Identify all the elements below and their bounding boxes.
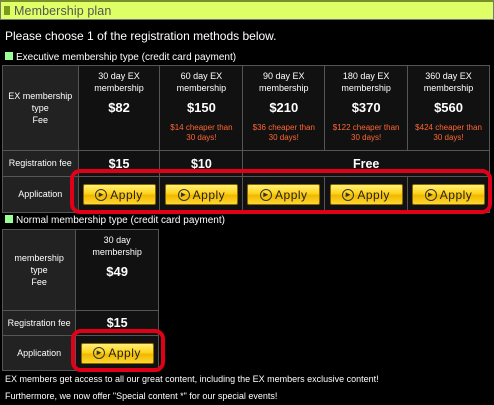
plan-price: $49 <box>106 264 128 280</box>
ex-type-label: EX membership type Fee <box>2 65 79 151</box>
apply-button-90[interactable]: ► Apply <box>247 184 321 206</box>
normal-application-label: Application <box>1 335 77 371</box>
plan-saving: $14 cheaper than 30 days! <box>170 122 233 142</box>
ex-plan-90: 90 day EX membership $210 $36 cheaper tha… <box>242 65 326 151</box>
normal-reg-fee: $15 <box>75 310 159 336</box>
ex-plan-60: 60 day EX membership $150 $14 cheaper tha… <box>159 65 244 151</box>
reg-fee-free: Free <box>242 150 490 177</box>
plan-saving: $424 cheaper than 30 days! <box>415 122 482 142</box>
normal-reg-fee-label: Registration fee <box>1 310 77 336</box>
footer-line-2: Furthermore, we now offer "Special conte… <box>5 391 278 401</box>
reg-fee-30: $15 <box>77 150 161 177</box>
arrow-right-icon: ► <box>424 188 437 201</box>
title-square-icon <box>4 6 10 15</box>
footer-line-1: EX members get access to all our great c… <box>5 374 379 384</box>
apply-button-30[interactable]: ► Apply <box>82 184 156 206</box>
normal-plan-30: 30 day membership $49 <box>75 229 159 311</box>
bullet-square-icon <box>5 52 13 60</box>
ex-membership-table: EX membership type Fee 30 day EX membersh… <box>2 65 490 213</box>
ex-section-heading: Executive membership type (credit card p… <box>5 52 236 63</box>
reg-fee-60: $10 <box>159 150 244 177</box>
normal-section-heading: Normal membership type (credit card paym… <box>5 215 225 226</box>
plan-price: $370 <box>351 100 381 116</box>
arrow-right-icon: ► <box>342 188 355 201</box>
arrow-right-icon: ► <box>95 188 108 201</box>
plan-price: $210 <box>269 100 299 116</box>
title-bar: Membership plan <box>0 0 494 20</box>
apply-button-normal[interactable]: ► Apply <box>80 342 154 364</box>
plan-saving: $36 cheaper than 30 days! <box>252 122 315 142</box>
plan-price: $82 <box>108 100 130 116</box>
ex-plan-360: 360 day EX membership $560 $424 cheaper t… <box>407 65 490 151</box>
apply-button-360[interactable]: ► Apply <box>412 184 486 206</box>
intro-text: Please choose 1 of the registration meth… <box>5 29 277 43</box>
plan-saving: $122 cheaper than 30 days! <box>332 122 400 142</box>
ex-plan-180: 180 day EX membership $370 $122 cheaper t… <box>324 65 409 151</box>
normal-type-label: membership type Fee <box>1 229 77 311</box>
plan-price: $150 <box>186 100 216 116</box>
arrow-right-icon: ► <box>93 347 106 360</box>
plan-price: $560 <box>434 100 463 116</box>
ex-application-label: Application <box>2 176 79 213</box>
ex-plan-30: 30 day EX membership $82 <box>77 65 161 151</box>
normal-membership-table: membership type Fee 30 day membership $49… <box>1 229 159 371</box>
apply-button-60[interactable]: ► Apply <box>164 184 238 206</box>
bullet-square-icon <box>5 215 13 223</box>
arrow-right-icon: ► <box>260 188 273 201</box>
ex-reg-fee-label: Registration fee <box>2 150 79 177</box>
arrow-right-icon: ► <box>177 188 190 201</box>
page-title: Membership plan <box>14 4 112 18</box>
apply-button-180[interactable]: ► Apply <box>329 184 403 206</box>
